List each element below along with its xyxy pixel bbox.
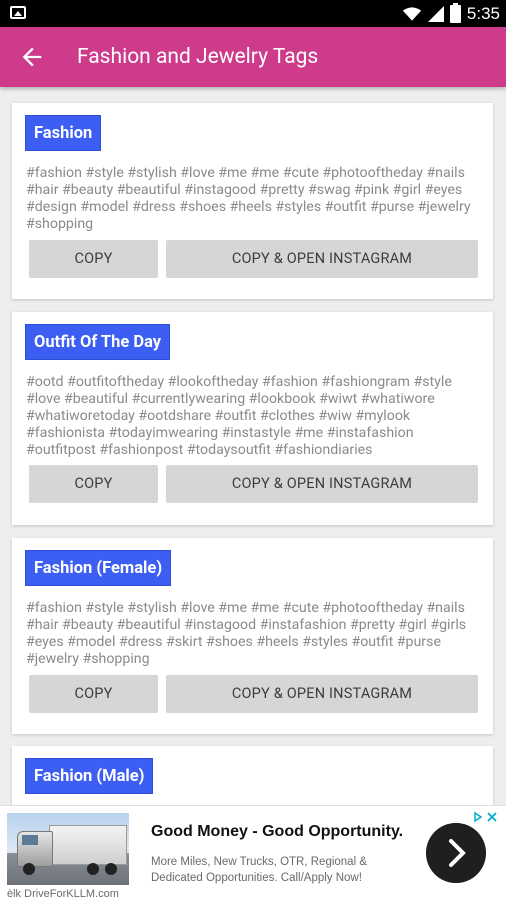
status-time: 5:35	[466, 3, 500, 23]
copy-button[interactable]: COPY	[29, 465, 158, 503]
tag-list[interactable]: Fashion #fashion #style #stylish #love #…	[0, 87, 506, 805]
ad-choices-icon[interactable]	[472, 810, 500, 824]
ad-source-prefix: èlk	[7, 888, 22, 900]
truck-trailer-shape	[49, 825, 127, 865]
card-tags: #fashion #style #stylish #love #me #me #…	[26, 165, 471, 232]
copy-open-instagram-button[interactable]: COPY & OPEN INSTAGRAM	[166, 240, 478, 278]
battery-icon	[449, 2, 461, 23]
ad-banner[interactable]: èlk DriveForKLLM.com Good Money - Good O…	[0, 805, 506, 901]
card-title: Fashion (Male)	[25, 758, 154, 794]
card-title: Fashion (Female)	[25, 550, 172, 586]
ad-source-domain: DriveForKLLM.com	[24, 888, 119, 900]
ad-chevron-right-icon[interactable]	[426, 823, 486, 883]
ad-source: èlk DriveForKLLM.com	[7, 888, 119, 900]
status-bar: 5:35	[0, 0, 506, 27]
status-icons: 5:35	[402, 0, 500, 27]
ad-headline[interactable]: Good Money - Good Opportunity.	[151, 823, 403, 841]
card-tags: #ootd #outfitoftheday #lookoftheday #fas…	[26, 374, 452, 458]
page-title: Fashion and Jewelry Tags	[77, 45, 319, 69]
copy-button[interactable]: COPY	[29, 675, 158, 713]
copy-button[interactable]: COPY	[29, 240, 158, 278]
card-title: Fashion	[25, 115, 102, 151]
back-arrow-icon[interactable]	[18, 43, 46, 71]
tag-card-fashion-male: Fashion (Male)	[12, 746, 493, 805]
truck-window-shape	[22, 835, 38, 845]
copy-open-instagram-button[interactable]: COPY & OPEN INSTAGRAM	[166, 465, 478, 503]
ad-body: More Miles, New Trucks, OTR, Regional & …	[151, 856, 368, 884]
wifi-icon	[402, 6, 422, 21]
truck-wheel-shape	[87, 863, 99, 875]
tag-card-outfit-of-the-day: Outfit Of The Day #ootd #outfitoftheday …	[12, 312, 493, 525]
copy-open-instagram-button[interactable]: COPY & OPEN INSTAGRAM	[166, 675, 478, 713]
ad-truck-image[interactable]	[7, 813, 129, 885]
card-tags: #fashion #style #stylish #love #me #me #…	[26, 600, 467, 667]
signal-icon	[427, 5, 444, 22]
truck-wheel-shape	[23, 863, 35, 875]
image-notification-icon	[10, 6, 26, 19]
tag-card-fashion: Fashion #fashion #style #stylish #love #…	[12, 103, 493, 299]
app-bar: Fashion and Jewelry Tags	[0, 27, 506, 87]
card-title: Outfit Of The Day	[25, 324, 171, 360]
truck-wheel-shape	[105, 863, 117, 875]
tag-card-fashion-female: Fashion (Female) #fashion #style #stylis…	[12, 538, 493, 734]
